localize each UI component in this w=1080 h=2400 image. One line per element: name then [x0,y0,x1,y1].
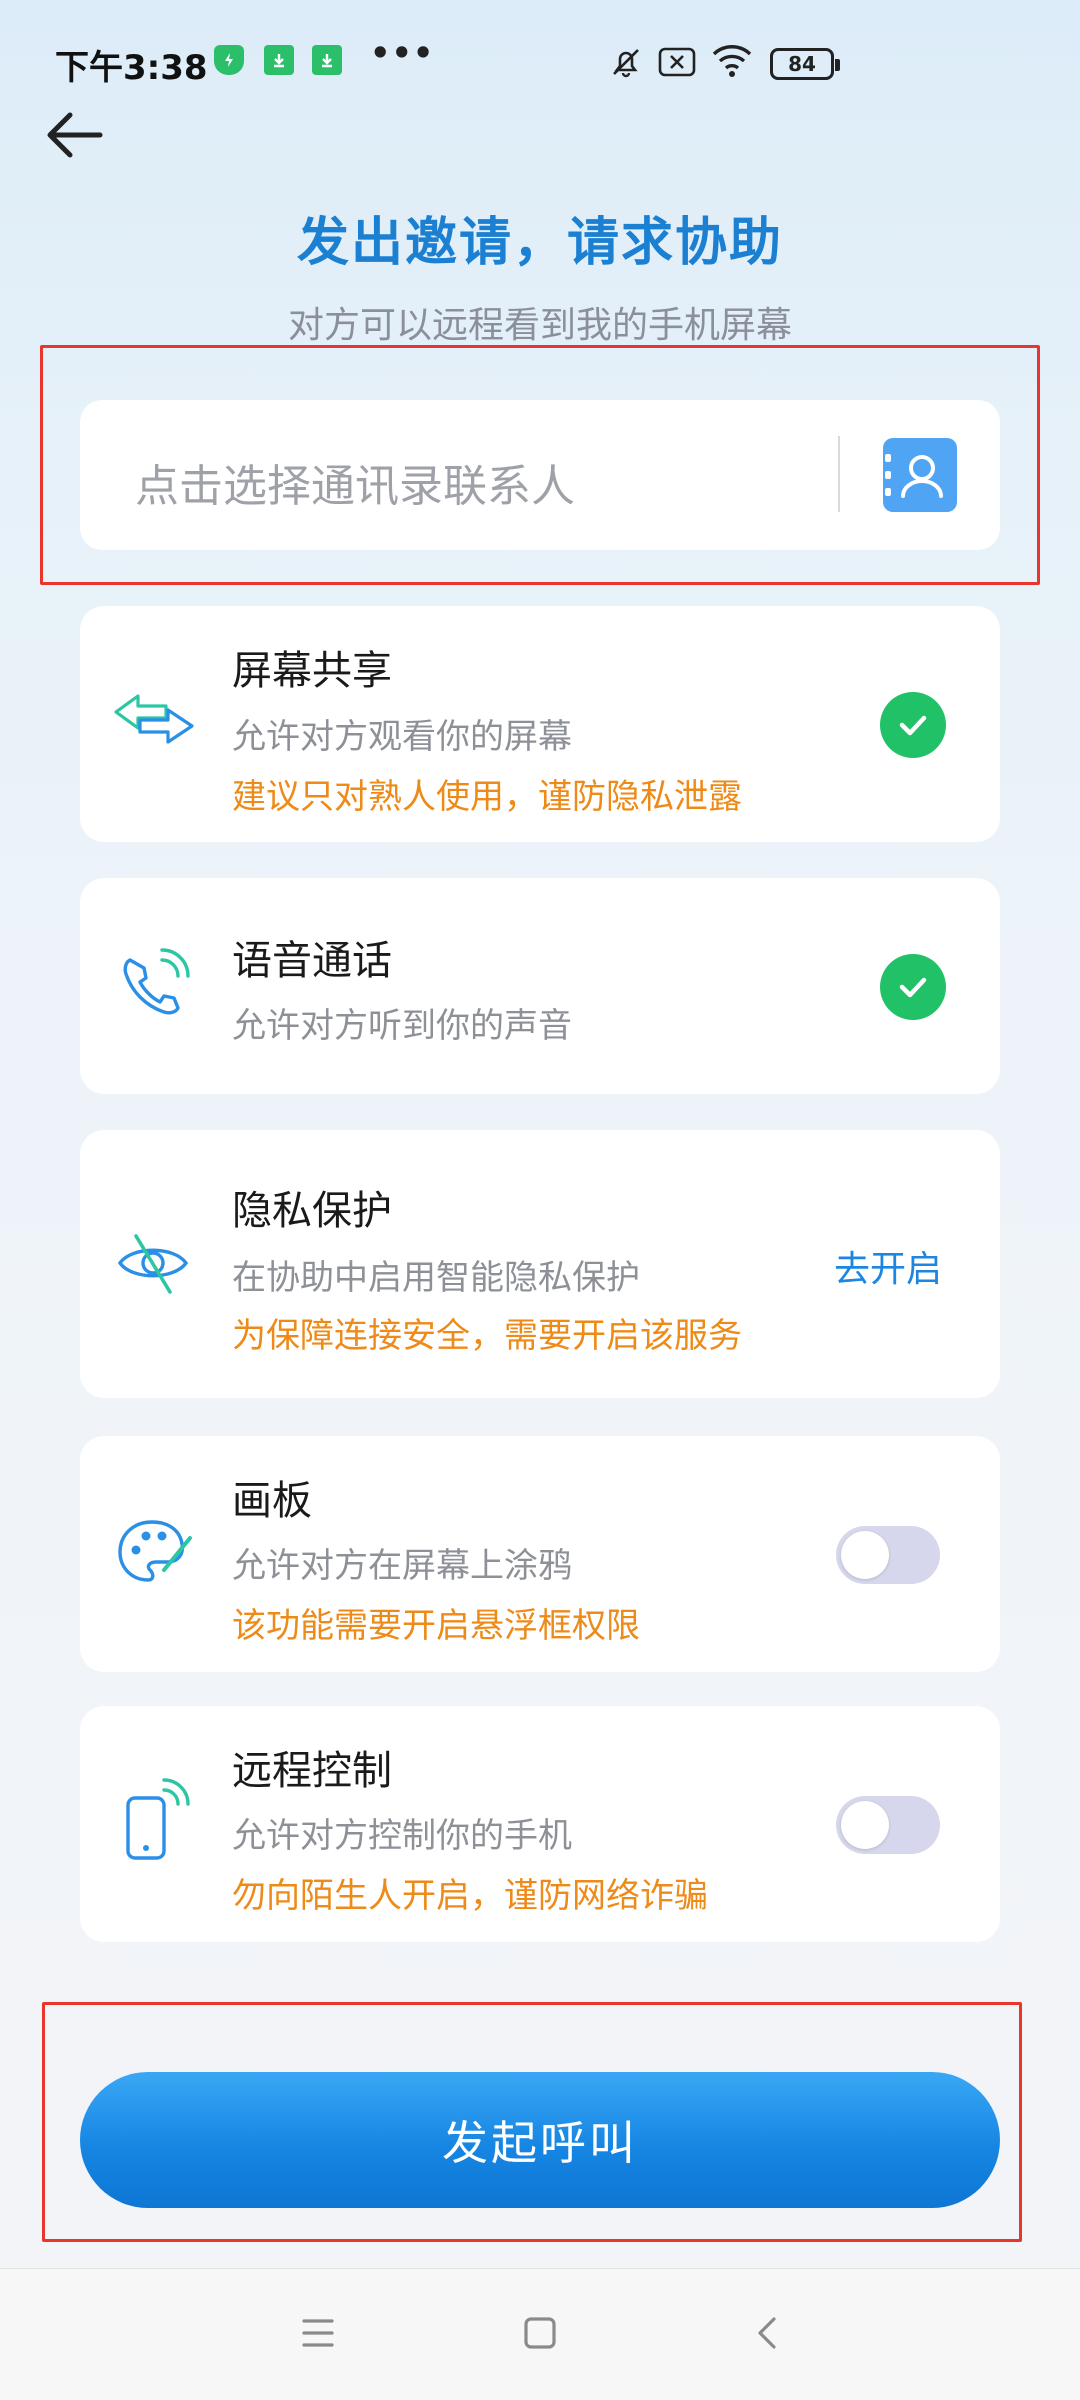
arrow-left-icon [47,112,103,158]
enable-privacy-link[interactable]: 去开启 [834,1240,942,1292]
check-icon[interactable] [880,692,946,758]
option-warning: 为保障连接安全，需要开启该服务 [232,1316,742,1356]
option-screen-share[interactable]: 屏幕共享 允许对方观看你的屏幕 建议只对熟人使用，谨防隐私泄露 [80,606,1000,842]
drawing-board-toggle[interactable] [836,1526,940,1584]
more-indicator: ••• [370,34,435,72]
contact-placeholder: 点击选择通讯录联系人 [135,461,575,512]
option-remote-control[interactable]: 远程控制 允许对方控制你的手机 勿向陌生人开启，谨防网络诈骗 [80,1706,1000,1942]
option-title: 画板 [232,1478,312,1524]
shield-icon [214,45,244,75]
eye-slash-icon [108,1218,198,1308]
remote-control-toggle[interactable] [836,1796,940,1854]
home-square-icon[interactable] [520,2313,560,2353]
option-title: 屏幕共享 [232,648,392,694]
contact-book-icon [885,454,943,498]
back-chevron-icon[interactable] [748,2313,788,2353]
menu-icon[interactable] [298,2313,338,2353]
option-title: 隐私保护 [232,1188,392,1234]
page-subtitle: 对方可以远程看到我的手机屏幕 [287,305,792,346]
check-icon[interactable] [880,954,946,1020]
toggle-knob [841,1531,889,1579]
phone-call-icon [108,940,198,1030]
palette-icon [108,1508,198,1598]
toggle-knob [841,1801,889,1849]
option-desc: 允许对方控制你的手机 [232,1816,572,1856]
option-desc: 允许对方在屏幕上涂鸦 [232,1546,572,1586]
option-privacy[interactable]: 隐私保护 在协助中启用智能隐私保护 为保障连接安全，需要开启该服务 去开启 [80,1130,1000,1398]
divider [838,436,840,512]
option-warning: 勿向陌生人开启，谨防网络诈骗 [232,1876,708,1916]
wifi-icon [710,42,754,80]
download-icon [264,45,294,75]
option-title: 语音通话 [232,938,392,984]
option-warning: 该功能需要开启悬浮框权限 [232,1606,640,1646]
battery-icon: 84 [770,48,840,80]
page-title: 发出邀请，请求协助 [296,213,783,273]
contact-book-button[interactable] [883,438,957,512]
download-icon [312,45,342,75]
option-desc: 在协助中启用智能隐私保护 [232,1258,640,1298]
start-call-button[interactable]: 发起呼叫 [80,2072,1000,2208]
status-time: 下午3:38 [55,48,208,88]
navigation-bar [0,2268,1080,2400]
option-desc: 允许对方听到你的声音 [232,1006,572,1046]
swap-arrows-icon [108,674,198,764]
mute-bell-icon [608,44,644,80]
back-button[interactable] [42,105,112,165]
contact-select-field[interactable]: 点击选择通讯录联系人 [80,400,1000,550]
phone-signal-icon [108,1776,198,1866]
option-drawing-board[interactable]: 画板 允许对方在屏幕上涂鸦 该功能需要开启悬浮框权限 [80,1436,1000,1672]
sim-off-icon [658,46,696,78]
option-title: 远程控制 [232,1748,392,1794]
option-desc: 允许对方观看你的屏幕 [232,717,572,757]
option-warning: 建议只对熟人使用，谨防隐私泄露 [232,777,742,817]
option-voice-call[interactable]: 语音通话 允许对方听到你的声音 [80,878,1000,1094]
